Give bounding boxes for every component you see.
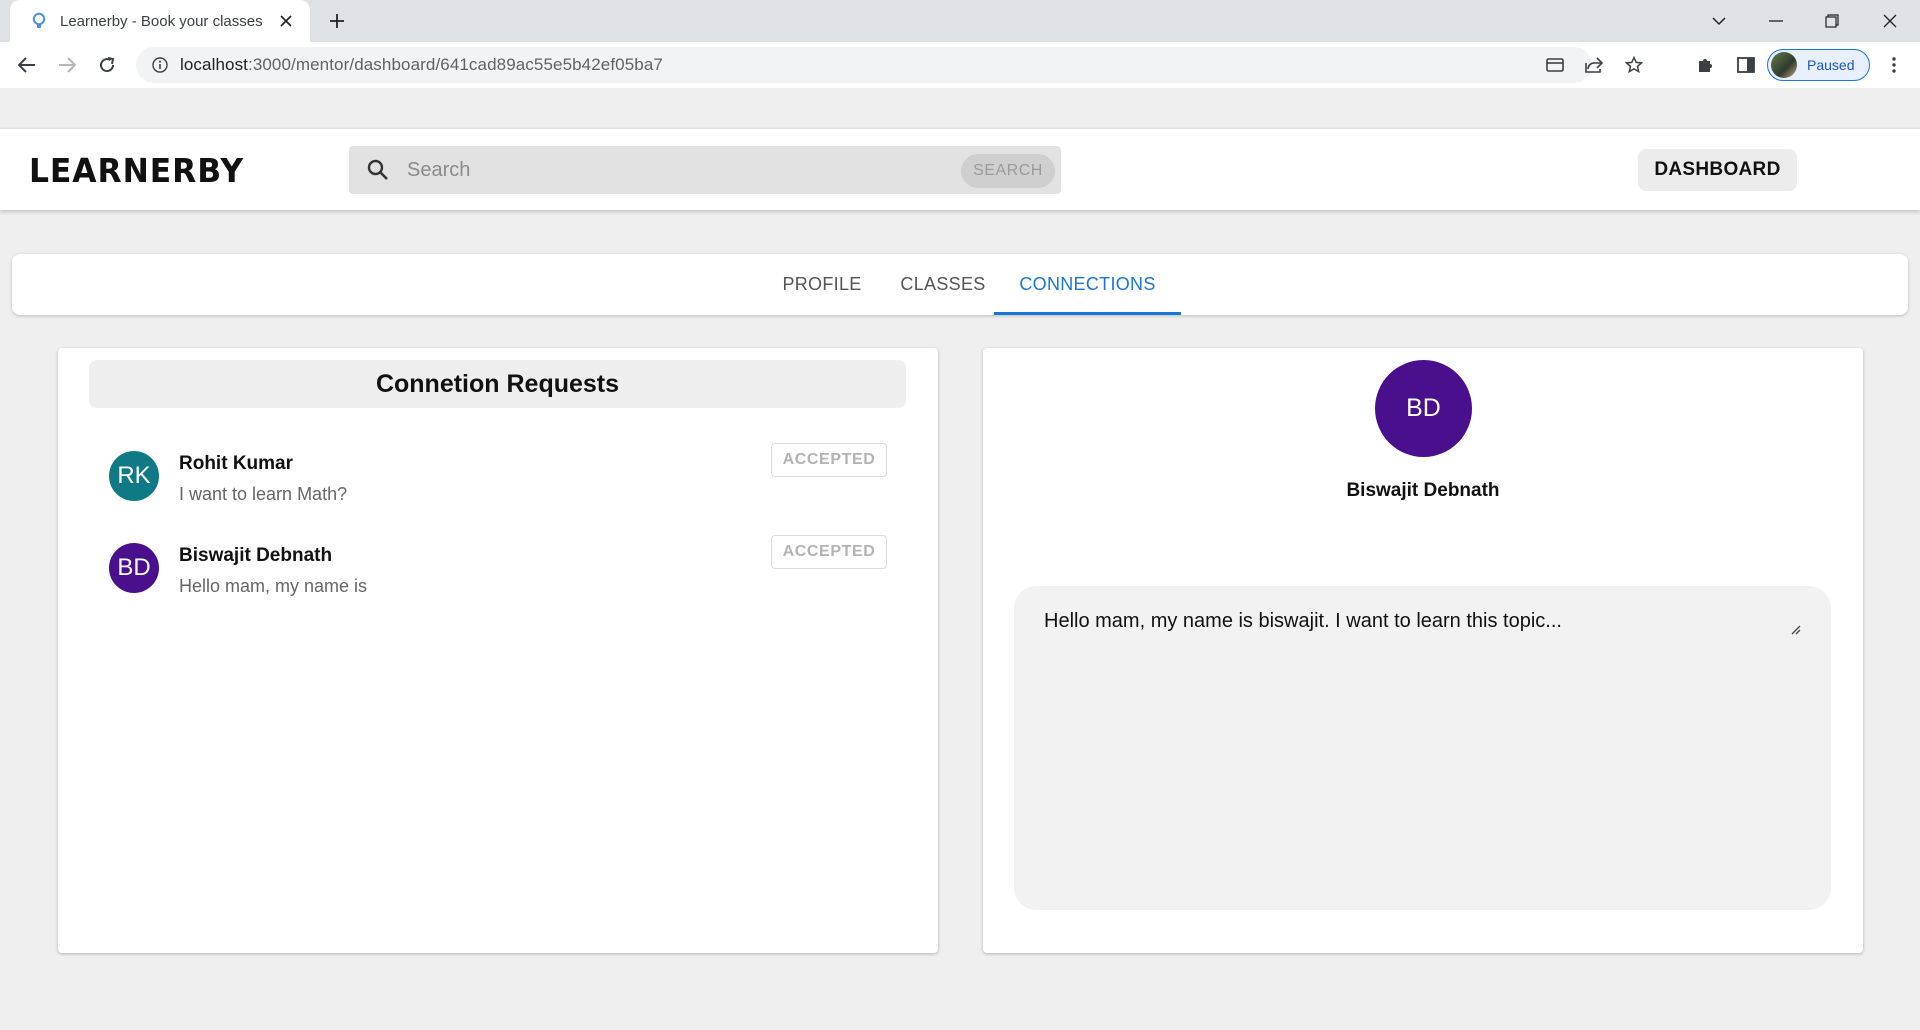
request-detail-panel: BD Biswajit Debnath Hello mam, my name i…	[983, 348, 1863, 953]
profile-button[interactable]: Paused	[1767, 49, 1870, 81]
logo[interactable]: LEARNERBY	[29, 151, 244, 190]
share-icon[interactable]	[1579, 51, 1609, 79]
request-message: Hello mam, my name is	[179, 576, 368, 596]
card-icon[interactable]	[1540, 51, 1570, 79]
tab-search-chevron-icon[interactable]	[1699, 6, 1739, 36]
forward-arrow-icon[interactable]	[52, 50, 82, 80]
list-item[interactable]: BD Biswajit Debnath Hello mam, my name i…	[58, 535, 938, 623]
profile-status: Paused	[1807, 57, 1855, 73]
message-text: Hello mam, my name is biswajit. I want t…	[1044, 610, 1562, 632]
browser-tab[interactable]: Learnerby - Book your classes	[10, 0, 310, 42]
avatar: RK	[109, 451, 159, 501]
search-icon	[349, 158, 407, 182]
close-window-icon[interactable]	[1870, 6, 1910, 36]
reload-icon[interactable]	[92, 50, 122, 80]
side-panel-icon[interactable]	[1731, 50, 1761, 80]
avatar: BD	[1375, 360, 1472, 457]
bulb-favicon-icon	[28, 10, 50, 32]
search-bar: SEARCH	[349, 146, 1061, 194]
extensions-puzzle-icon[interactable]	[1690, 50, 1720, 80]
list-item[interactable]: RK Rohit Kumar I want to learn Math? ACC…	[58, 443, 938, 531]
connection-requests-panel: Connetion Requests RK Rohit Kumar I want…	[58, 348, 938, 953]
bookmark-star-icon[interactable]	[1619, 51, 1649, 79]
address-bar[interactable]: localhost:3000/mentor/dashboard/641cad89…	[136, 47, 1643, 83]
browser-toolbar: localhost:3000/mentor/dashboard/641cad89…	[0, 42, 1920, 88]
accepted-status-button[interactable]: ACCEPTED	[771, 535, 887, 569]
browser-tab-title: Learnerby - Book your classes	[60, 12, 263, 30]
avatar: BD	[109, 543, 159, 593]
panel-title: Connetion Requests	[89, 360, 906, 408]
request-message: I want to learn Math?	[179, 484, 348, 504]
message-textarea[interactable]: Hello mam, my name is biswajit. I want t…	[1014, 586, 1831, 910]
tab-classes[interactable]: CLASSES	[884, 254, 1002, 315]
restore-icon[interactable]	[1812, 6, 1852, 36]
browser-tab-bar: Learnerby - Book your classes	[0, 0, 1920, 42]
search-input[interactable]	[407, 158, 967, 182]
site-info-icon[interactable]	[140, 57, 180, 73]
dashboard-tabs: PROFILE CLASSES CONNECTIONS	[12, 254, 1908, 315]
request-name: Biswajit Debnath	[179, 545, 333, 566]
detail-name: Biswajit Debnath	[1346, 480, 1500, 501]
new-tab-plus-icon[interactable]	[322, 8, 352, 34]
accepted-status-button[interactable]: ACCEPTED	[771, 443, 887, 477]
resize-handle-icon[interactable]	[1789, 622, 1801, 635]
browser-menu-icon[interactable]	[1879, 50, 1909, 80]
app-header: LEARNERBY SEARCH DASHBOARD	[0, 128, 1920, 210]
tab-close-icon[interactable]	[274, 9, 298, 33]
tab-profile[interactable]: PROFILE	[761, 254, 883, 315]
minimize-icon[interactable]	[1756, 6, 1796, 36]
active-tab-indicator	[994, 312, 1181, 315]
tab-connections[interactable]: CONNECTIONS	[994, 254, 1181, 315]
request-name: Rohit Kumar	[179, 453, 293, 474]
dashboard-button[interactable]: DASHBOARD	[1638, 149, 1797, 191]
search-button[interactable]: SEARCH	[961, 154, 1055, 188]
profile-avatar	[1771, 52, 1797, 78]
back-arrow-icon[interactable]	[12, 50, 42, 80]
url-text: localhost:3000/mentor/dashboard/641cad89…	[180, 55, 663, 74]
